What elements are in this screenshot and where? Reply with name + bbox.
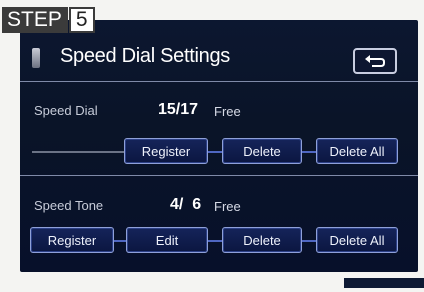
step-badge: STEP 5	[2, 7, 95, 33]
button-connector	[208, 240, 222, 242]
step-number: 5	[68, 7, 95, 33]
button-connector	[208, 151, 222, 153]
speed-tone-free: Free	[214, 199, 241, 214]
button-connector	[302, 151, 316, 153]
speed-tone-edit-button[interactable]: Edit	[126, 227, 208, 253]
back-arrow-icon	[365, 55, 385, 67]
speed-dial-rail	[32, 151, 124, 153]
speed-tone-delete-button[interactable]: Delete	[222, 227, 302, 253]
speed-dial-delete-all-button[interactable]: Delete All	[316, 138, 398, 164]
speed-tone-register-button[interactable]: Register	[30, 227, 114, 253]
speed-tone-label: Speed Tone	[34, 198, 104, 213]
speed-dial-label: Speed Dial	[34, 103, 98, 118]
title-divider	[20, 81, 418, 82]
speed-tone-delete-all-button[interactable]: Delete All	[316, 227, 398, 253]
speed-dial-register-button[interactable]: Register	[124, 138, 208, 164]
title-bar: Speed Dial Settings	[20, 42, 418, 76]
button-connector	[302, 240, 316, 242]
page-title: Speed Dial Settings	[60, 45, 230, 67]
section-divider	[20, 175, 418, 176]
back-button[interactable]	[353, 48, 397, 74]
speed-dial-delete-button[interactable]: Delete	[222, 138, 302, 164]
phone-icon	[32, 48, 40, 68]
step-word: STEP	[2, 7, 68, 33]
speed-tone-count: 4/ 6	[170, 196, 202, 213]
speed-dial-free: Free	[214, 104, 241, 119]
display-screen: Speed Dial Settings Speed Dial 15/17 Fre…	[20, 20, 418, 272]
button-connector	[114, 240, 126, 242]
figure-reference-code	[344, 278, 424, 288]
speed-dial-count: 15/17	[158, 101, 199, 118]
